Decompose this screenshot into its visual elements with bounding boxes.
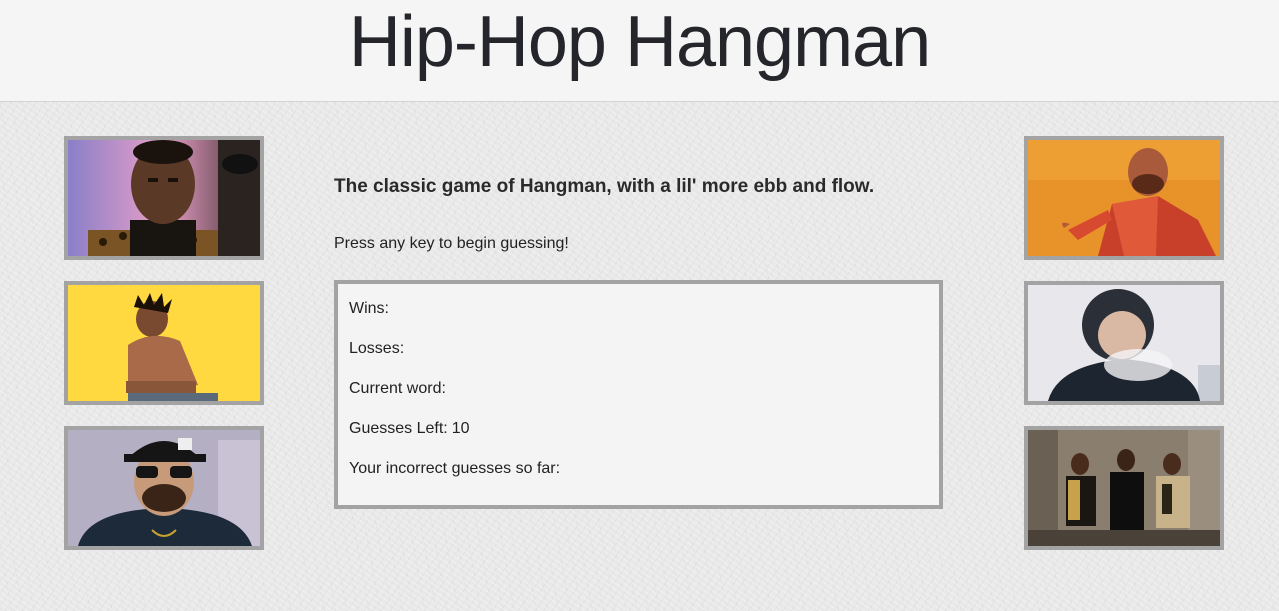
start-instruction: Press any key to begin guessing!: [334, 235, 569, 252]
wins-stat: Wins:: [349, 300, 393, 318]
artist-photo-left-1: [64, 136, 264, 260]
game-stats-panel: Wins: Losses: Current word: Guesses Left…: [334, 280, 943, 509]
page-title: Hip-Hop Hangman: [348, 2, 931, 82]
artist-photo-left-3: [64, 426, 264, 550]
incorrect-guesses-stat: Your incorrect guesses so far:: [349, 460, 564, 478]
guesses-left-stat: Guesses Left: 10: [349, 420, 470, 438]
game-tagline: The classic game of Hangman, with a lil'…: [334, 176, 875, 197]
rapper-hood-image: [1028, 285, 1220, 401]
losses-stat: Losses:: [349, 340, 408, 358]
illustrated-rapper-image: [1028, 140, 1220, 256]
rapper-cap-image: [68, 430, 260, 546]
rap-trio-image: [1028, 430, 1220, 546]
rapper-yellow-image: [68, 285, 260, 401]
artist-photo-right-1: [1024, 136, 1224, 260]
artist-photo-right-3: [1024, 426, 1224, 550]
wins-label: Wins:: [349, 300, 389, 317]
losses-label: Losses:: [349, 340, 405, 357]
artist-photo-right-2: [1024, 281, 1224, 405]
current-word-stat: Current word:: [349, 380, 450, 398]
page-header: Hip-Hop Hangman: [0, 0, 1279, 102]
rapper-portrait-image: [68, 140, 260, 256]
guesses-left-label: Guesses Left:: [349, 420, 448, 437]
guesses-left-value: 10: [451, 420, 470, 437]
current-word-label: Current word:: [349, 380, 446, 397]
artist-photo-left-2: [64, 281, 264, 405]
incorrect-guesses-label: Your incorrect guesses so far:: [349, 460, 561, 477]
